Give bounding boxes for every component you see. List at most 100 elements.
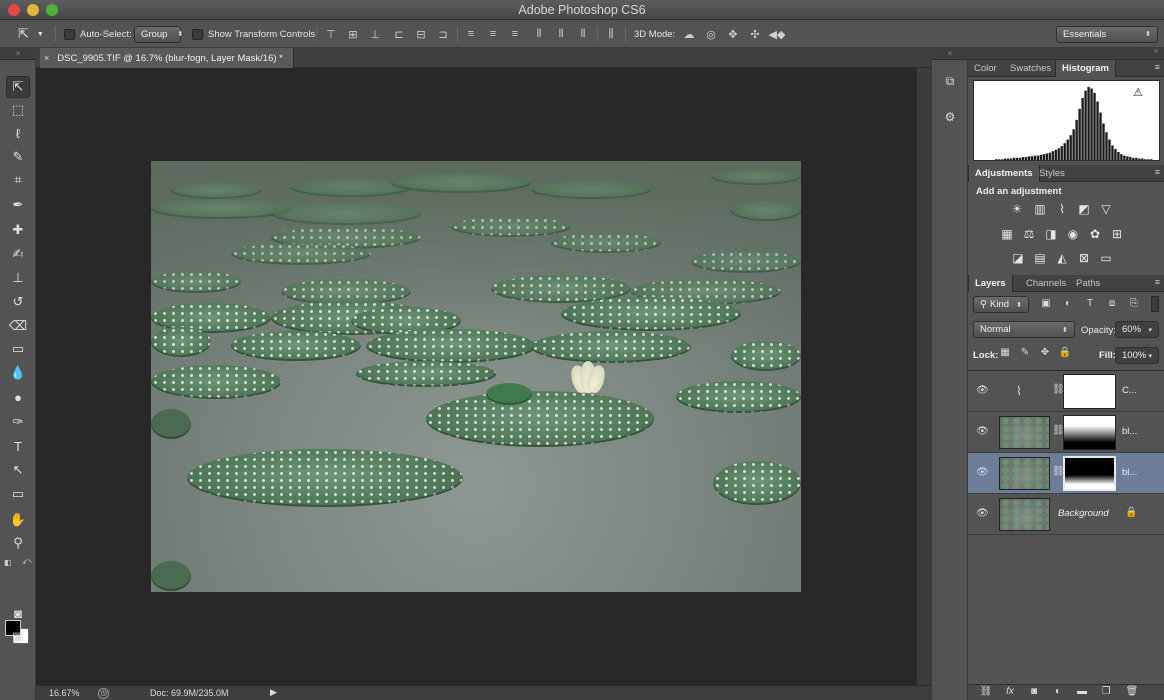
layer-filter-kind[interactable]: ⚲ Kind ⬍ [973, 296, 1029, 313]
panel-menu-icon[interactable]: ≡ [1155, 167, 1160, 177]
distribute-bottom-icon[interactable]: ≡ [506, 25, 524, 43]
gradient-tool-icon[interactable]: ▭ [6, 338, 30, 360]
layer-name[interactable]: Background [1058, 508, 1109, 519]
distribute-vcenter-icon[interactable]: ≡ [484, 25, 502, 43]
trash-icon[interactable]: 🗑 [1124, 686, 1140, 700]
layer-thumbnail[interactable] [999, 416, 1050, 449]
panel-menu-icon[interactable]: ≡ [1155, 277, 1160, 287]
opacity-value[interactable]: 60% [1122, 324, 1141, 335]
curves-icon[interactable]: ⌇ [1053, 200, 1071, 218]
lock-image-icon[interactable]: ✎ [1018, 347, 1032, 361]
layer-thumbnail[interactable] [999, 498, 1050, 531]
eye-icon[interactable]: 👁 [976, 385, 989, 396]
properties-panel-icon[interactable]: ⚙ [938, 106, 962, 128]
align-hcenter-icon[interactable]: ⊟ [412, 25, 430, 43]
opacity-field[interactable]: 60% ▾ [1115, 321, 1159, 338]
scale-3d-icon[interactable]: ◀◆ [768, 25, 786, 43]
status-menu-arrow-icon[interactable]: ▶ [270, 687, 277, 698]
zoom-level[interactable]: 16.67% [49, 688, 80, 698]
invert-icon[interactable]: ◪ [1009, 249, 1027, 267]
link-layers-icon[interactable]: ⛓ [978, 686, 994, 700]
levels-icon[interactable]: ▥ [1031, 200, 1049, 218]
share-icon[interactable]: ◷ [98, 688, 109, 699]
new-adjustment-icon[interactable]: ◐ [1050, 686, 1066, 700]
document-image[interactable] [151, 161, 801, 592]
zoom-tool-icon[interactable]: ⚲ [6, 532, 30, 554]
layer-name[interactable]: bl... [1122, 467, 1137, 478]
filter-smart-object-icon[interactable]: ⎘ [1126, 296, 1142, 312]
filter-adjustment-icon[interactable]: ◐ [1060, 296, 1076, 312]
layer-row-selected[interactable]: 👁 ⛓ bl... [968, 453, 1164, 494]
photo-filter-icon[interactable]: ◉ [1064, 225, 1082, 243]
blur-tool-icon[interactable]: 💧 [6, 362, 30, 384]
tab-styles[interactable]: Styles [1033, 165, 1071, 182]
type-tool-icon[interactable]: T [6, 435, 30, 457]
distribute-left-icon[interactable]: ⫴ [530, 25, 548, 43]
brush-tool-icon[interactable]: ✍ [6, 243, 30, 265]
checkbox-box[interactable] [192, 28, 203, 40]
eye-icon[interactable]: 👁 [976, 426, 989, 437]
distribute-right-icon[interactable]: ⫴ [574, 25, 592, 43]
layer-row[interactable]: 👁 ⌇ ⛓ C... [968, 371, 1164, 412]
fill-field[interactable]: 100% ▾ [1115, 347, 1159, 364]
slide-3d-icon[interactable]: ✣ [746, 25, 764, 43]
crop-tool-icon[interactable]: ⌗ [6, 169, 30, 191]
new-layer-icon[interactable]: ❐ [1098, 686, 1114, 700]
filter-toggle[interactable] [1151, 296, 1159, 312]
tab-color[interactable]: Color [968, 60, 1003, 77]
pen-tool-icon[interactable]: ✑ [6, 411, 30, 433]
auto-select-checkbox[interactable]: Auto-Select: [64, 20, 132, 48]
chevron-down-icon[interactable]: ▾ [1148, 326, 1152, 334]
layer-name[interactable]: C... [1122, 385, 1137, 396]
filter-pixel-icon[interactable]: ▣ [1038, 296, 1054, 312]
align-top-icon[interactable]: ⊤ [322, 25, 340, 43]
layer-mask-thumbnail[interactable] [1063, 456, 1116, 491]
shape-tool-icon[interactable]: ▭ [6, 483, 30, 505]
history-brush-tool-icon[interactable]: ↺ [6, 291, 30, 313]
tab-layers[interactable]: Layers [968, 275, 1013, 292]
color-lookup-icon[interactable]: ⊞ [1108, 225, 1126, 243]
layer-mask-thumbnail[interactable] [1063, 374, 1116, 409]
tab-paths[interactable]: Paths [1070, 275, 1106, 292]
fx-icon[interactable]: fx [1002, 686, 1018, 700]
move-tool-preset[interactable]: ⇱ ▼ [18, 20, 44, 48]
align-right-icon[interactable]: ⊐ [434, 25, 452, 43]
tab-histogram[interactable]: Histogram [1055, 60, 1116, 77]
eraser-tool-icon[interactable]: ⌫ [6, 315, 30, 337]
move-tool-icon[interactable]: ⇱ [6, 76, 30, 98]
fill-value[interactable]: 100% [1122, 350, 1146, 361]
lasso-tool-icon[interactable]: ℓ [6, 122, 30, 144]
panel-menu-icon[interactable]: ≡ [1155, 62, 1160, 72]
lock-all-icon[interactable]: 🔒 [1058, 347, 1072, 361]
blend-mode-dropdown[interactable]: Normal ⬍ [973, 321, 1075, 338]
distribute-hcenter-icon[interactable]: ⫴ [552, 25, 570, 43]
vertical-scrollbar[interactable] [916, 68, 932, 685]
default-colors-icon[interactable]: ◧ [4, 558, 12, 567]
tab-adjustments[interactable]: Adjustments [968, 165, 1040, 182]
add-mask-icon[interactable]: ◙ [1026, 686, 1042, 700]
tab-channels[interactable]: Channels [1020, 275, 1072, 292]
clone-stamp-tool-icon[interactable]: ⊥ [6, 267, 30, 289]
rotate-3d-icon[interactable]: ☁ [680, 25, 698, 43]
align-bottom-icon[interactable]: ⊥ [366, 25, 384, 43]
quick-mask-icon[interactable]: ◙ [6, 602, 30, 624]
drag-3d-icon[interactable]: ✥ [724, 25, 742, 43]
channel-mixer-icon[interactable]: ✿ [1086, 225, 1104, 243]
brightness-contrast-icon[interactable]: ☀ [1008, 200, 1026, 218]
align-vcenter-icon[interactable]: ⊞ [344, 25, 362, 43]
path-select-tool-icon[interactable]: ↖ [6, 459, 30, 481]
distribute-top-icon[interactable]: ≡ [462, 25, 480, 43]
close-icon[interactable]: × [44, 53, 49, 63]
lock-transparent-icon[interactable]: ▦ [998, 347, 1012, 361]
threshold-icon[interactable]: ◭ [1053, 249, 1071, 267]
eyedropper-tool-icon[interactable]: ✒ [6, 194, 30, 216]
color-balance-icon[interactable]: ⚖ [1020, 225, 1038, 243]
warning-icon[interactable]: ⚠ [1133, 86, 1143, 99]
document-tab[interactable]: × DSC_9905.TIF @ 16.7% (blur-fogn, Layer… [40, 48, 294, 68]
swap-colors-icon[interactable]: ⤺ [22, 556, 32, 567]
eye-icon[interactable]: 👁 [976, 467, 989, 478]
layer-name[interactable]: bl... [1122, 426, 1137, 437]
healing-brush-tool-icon[interactable]: ✚ [6, 219, 30, 241]
canvas-area[interactable] [36, 68, 916, 685]
lock-position-icon[interactable]: ✥ [1038, 347, 1052, 361]
